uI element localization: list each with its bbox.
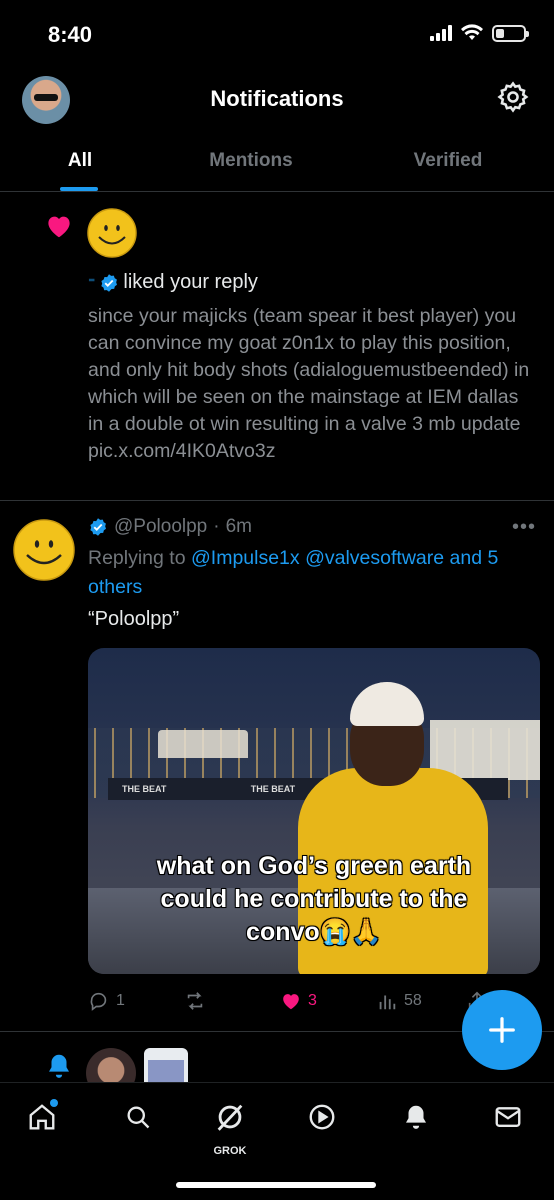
media-caption: what on God’s green earth could he contr… bbox=[88, 850, 540, 949]
notification-dot bbox=[50, 1099, 58, 1107]
smiley-avatar[interactable] bbox=[12, 518, 76, 582]
heart-icon bbox=[48, 216, 70, 238]
tab-label: Verified bbox=[413, 150, 483, 171]
nav-grok[interactable]: GROK bbox=[210, 1097, 250, 1157]
bell-icon bbox=[406, 1105, 426, 1129]
plus-icon bbox=[489, 1017, 515, 1043]
status-icons bbox=[430, 24, 529, 42]
caption-line: could he contribute to the bbox=[160, 885, 468, 913]
tab-mentions[interactable]: Mentions bbox=[160, 134, 342, 191]
like-count: 3 bbox=[308, 992, 317, 1009]
reply-count: 1 bbox=[116, 992, 125, 1009]
tweet-time: 6m bbox=[225, 516, 252, 537]
grok-icon bbox=[217, 1104, 243, 1131]
header: Notifications bbox=[0, 70, 554, 130]
more-options-icon[interactable]: ••• bbox=[512, 516, 536, 539]
bell-icon bbox=[49, 1054, 69, 1078]
tweet-separator: · bbox=[213, 516, 220, 537]
tab-label: Mentions bbox=[209, 150, 293, 171]
active-tab-indicator bbox=[60, 187, 98, 191]
sparkle-icon: ⁼ bbox=[88, 274, 96, 290]
replying-to: Replying to @Impulse1x @valvesoftware an… bbox=[88, 544, 538, 602]
desk-sign-text: THE BEAT bbox=[250, 784, 296, 794]
like-button[interactable]: 3 bbox=[280, 990, 376, 1012]
liked-reply-text: since your majicks (team spear it best p… bbox=[88, 305, 530, 462]
mention-link[interactable]: @Impulse1x bbox=[191, 547, 300, 569]
tab-verified[interactable]: Verified bbox=[342, 134, 554, 191]
notification-tabs: All Mentions Verified bbox=[0, 134, 554, 192]
verified-badge-icon bbox=[90, 518, 106, 536]
liked-line: ⁼ liked your reply bbox=[88, 271, 258, 294]
person-beanie bbox=[350, 682, 424, 726]
nav-video[interactable] bbox=[302, 1097, 342, 1137]
nav-home[interactable] bbox=[22, 1097, 62, 1137]
mail-icon bbox=[495, 1107, 521, 1127]
home-indicator[interactable] bbox=[176, 1182, 376, 1188]
caption-line: what on God’s green earth bbox=[156, 852, 472, 880]
search-icon bbox=[127, 1106, 150, 1129]
monument-background bbox=[158, 730, 248, 758]
tweet-text: “Poloolpp” bbox=[88, 608, 180, 630]
repost-icon bbox=[187, 992, 203, 1010]
liked-action-text: liked your reply bbox=[123, 271, 258, 293]
status-bar: 8:40 bbox=[0, 0, 554, 70]
reply-icon bbox=[90, 992, 107, 1011]
nav-messages[interactable] bbox=[488, 1097, 528, 1137]
tab-label: All bbox=[67, 150, 93, 171]
compose-button[interactable] bbox=[462, 990, 542, 1070]
views-count: 58 bbox=[404, 992, 422, 1009]
tab-all[interactable]: All bbox=[0, 134, 160, 191]
tweet-header: @Poloolpp · 6m bbox=[88, 516, 252, 538]
heart-filled-icon bbox=[283, 994, 299, 1010]
repost-button[interactable] bbox=[184, 990, 280, 1012]
grok-label: GROK bbox=[213, 1145, 247, 1157]
caption-line: convo😭🙏 bbox=[246, 918, 382, 946]
replying-prefix: Replying to bbox=[88, 547, 186, 569]
tweet-media[interactable]: THE BEAT THE BEAT what on God’s green ea… bbox=[88, 648, 540, 974]
views-chart-icon bbox=[379, 995, 396, 1010]
play-icon bbox=[309, 1104, 335, 1130]
page-title: Notifications bbox=[210, 86, 344, 111]
mention-link[interactable]: @valvesoftware bbox=[305, 547, 444, 569]
views-button[interactable]: 58 bbox=[376, 990, 466, 1012]
verified-badge-icon bbox=[101, 273, 118, 292]
battery-icon bbox=[492, 24, 529, 42]
like-notification[interactable]: ⁼ liked your reply since your majicks (t… bbox=[0, 193, 554, 501]
tweet[interactable]: @Poloolpp · 6m ••• Replying to @Impulse1x … bbox=[0, 502, 554, 1032]
nav-notifications[interactable] bbox=[396, 1097, 436, 1137]
wifi-icon bbox=[461, 24, 483, 40]
reply-button[interactable]: 1 bbox=[88, 990, 184, 1012]
desk-sign-text: THE BEAT bbox=[122, 784, 167, 794]
smiley-avatar[interactable] bbox=[86, 207, 138, 259]
gear-icon[interactable] bbox=[496, 80, 530, 114]
nav-search[interactable] bbox=[118, 1097, 158, 1137]
tweet-handle[interactable]: @Poloolpp bbox=[114, 516, 207, 538]
status-time: 8:40 bbox=[48, 22, 93, 47]
cellular-signal-icon bbox=[430, 25, 452, 41]
